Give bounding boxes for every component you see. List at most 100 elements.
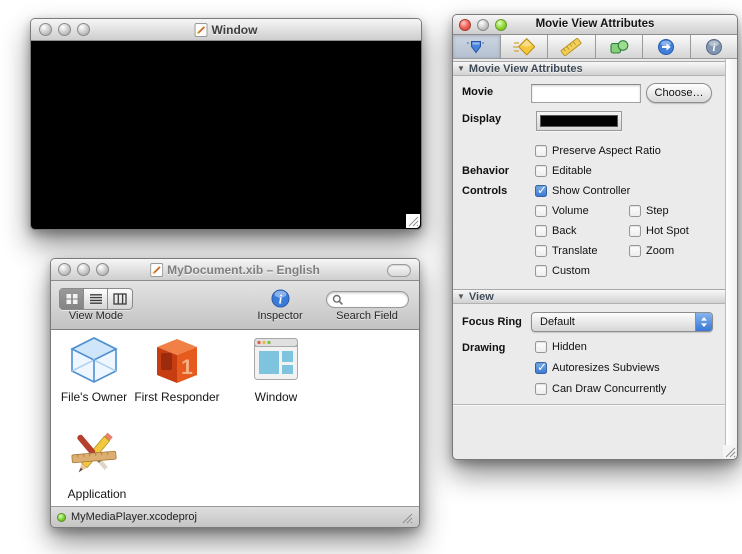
focus-ring-popup[interactable]: Default <box>531 312 713 332</box>
svg-text:1: 1 <box>181 356 193 379</box>
tab-bindings[interactable] <box>643 35 691 58</box>
section-separator <box>453 404 727 406</box>
display-label: Display <box>462 113 502 125</box>
search-field-label: Search Field <box>336 310 398 322</box>
inspector-title: Movie View Attributes <box>535 18 655 30</box>
checkbox-autoresizes-subviews[interactable] <box>535 360 547 374</box>
checkbox-label: Zoom <box>646 245 675 257</box>
checkbox-label: Can Draw Concurrently <box>552 383 667 395</box>
svg-text:i: i <box>279 292 283 306</box>
zoom-button[interactable] <box>77 23 90 36</box>
tab-size[interactable] <box>548 35 596 58</box>
status-bar: MyMediaPlayer.xcodeproj <box>51 506 419 527</box>
checkbox-can-draw-concurrently[interactable] <box>535 383 547 395</box>
movie-window: Window <box>30 18 422 230</box>
tab-connections[interactable] <box>596 35 643 58</box>
checkbox-preserve-aspect-ratio[interactable] <box>535 145 547 157</box>
search-input[interactable] <box>347 293 407 306</box>
minimize-button[interactable] <box>77 263 90 276</box>
checkbox-hot-spot[interactable] <box>629 225 641 237</box>
icon-view-segment[interactable] <box>60 289 84 309</box>
application-item[interactable] <box>69 429 119 484</box>
checkbox-label: Custom <box>552 265 590 277</box>
grid-view-icon <box>66 294 77 304</box>
first-responder-label: First Responder <box>134 390 220 404</box>
checkbox-label: Autoresizes Subviews <box>552 362 660 374</box>
disclosure-triangle[interactable]: ▼ <box>457 292 465 301</box>
minimize-button[interactable] <box>58 23 71 36</box>
checkbox-volume[interactable] <box>535 205 547 217</box>
files-owner-item[interactable] <box>69 337 119 389</box>
close-button[interactable] <box>459 19 471 31</box>
minimize-button[interactable] <box>477 19 489 31</box>
scrollbar-track[interactable] <box>725 59 737 446</box>
resize-grip[interactable] <box>406 214 420 228</box>
window-item-label: Window <box>254 390 298 404</box>
inspector-label: Inspector <box>257 310 303 322</box>
search-field[interactable] <box>326 291 409 308</box>
movie-input[interactable] <box>531 84 641 103</box>
checkbox-show-controller[interactable] <box>535 183 547 197</box>
inspector-button[interactable]: i <box>271 289 290 308</box>
tab-effects[interactable] <box>501 35 548 58</box>
column-view-segment[interactable] <box>108 289 132 309</box>
xib-window-titlebar[interactable]: MyDocument.xib – English <box>51 259 419 281</box>
ib-document-icon <box>150 263 164 277</box>
close-button[interactable] <box>39 23 52 36</box>
resize-grip[interactable] <box>723 445 736 458</box>
list-view-segment[interactable] <box>84 289 108 309</box>
movie-window-titlebar[interactable]: Window <box>31 19 421 41</box>
section-title: View <box>468 290 494 303</box>
attributes-icon <box>467 40 486 53</box>
color-swatch <box>540 115 618 127</box>
application-icon <box>71 432 117 473</box>
section-movie-view-attributes[interactable]: ▼ Movie View Attributes <box>453 61 727 76</box>
checkbox-hidden[interactable] <box>535 341 547 353</box>
checkbox-editable[interactable] <box>535 165 547 177</box>
disclosure-triangle[interactable]: ▼ <box>457 64 465 73</box>
display-color-well[interactable] <box>536 111 622 131</box>
tab-attributes[interactable] <box>453 35 501 58</box>
checkbox-translate[interactable] <box>535 245 547 257</box>
toolbar-toggle-button[interactable] <box>387 264 411 277</box>
inspector-titlebar[interactable]: Movie View Attributes <box>453 15 737 35</box>
choose-button[interactable]: Choose… <box>646 83 712 103</box>
resize-grip[interactable] <box>400 511 413 524</box>
movie-window-title: Window <box>211 23 258 37</box>
zoom-button[interactable] <box>495 19 507 31</box>
tab-identity[interactable]: i <box>691 35 738 58</box>
popup-value: Default <box>540 316 575 328</box>
search-icon <box>332 294 343 305</box>
up-down-arrows-icon <box>701 317 707 327</box>
section-view[interactable]: ▼ View <box>453 289 727 304</box>
xib-document-window: MyDocument.xib – English View Mode i Ins… <box>50 258 420 528</box>
first-responder-cube-icon: 1 <box>157 339 197 383</box>
checkbox-label: Show Controller <box>552 185 631 197</box>
close-button[interactable] <box>58 263 71 276</box>
movie-view-black-area[interactable] <box>31 41 421 229</box>
checkbox-label: Editable <box>552 165 592 177</box>
controls-label: Controls <box>462 185 508 197</box>
inspector-tab-bar: i <box>453 35 737 59</box>
identity-info-icon: i <box>705 38 722 55</box>
checkbox-step[interactable] <box>629 205 641 217</box>
checkbox-label: Translate <box>552 245 598 257</box>
project-name: MyMediaPlayer.xcodeproj <box>71 511 197 523</box>
effects-icon <box>512 37 535 56</box>
xib-window-title: MyDocument.xib – English <box>167 263 320 277</box>
checkbox-back[interactable] <box>535 225 547 237</box>
document-toolbar: View Mode i Inspector Search Field <box>51 281 419 330</box>
window-item[interactable] <box>254 338 298 385</box>
focus-ring-label: Focus Ring <box>462 316 522 328</box>
zoom-button[interactable] <box>96 263 109 276</box>
checkbox-zoom[interactable] <box>629 245 641 257</box>
drawing-label: Drawing <box>462 342 506 354</box>
info-icon: i <box>271 289 290 308</box>
checkbox-label: Hidden <box>552 341 587 353</box>
application-label: Application <box>67 487 127 501</box>
checkbox-custom[interactable] <box>535 265 547 277</box>
section-title: Movie View Attributes <box>468 62 583 75</box>
view-mode-label: View Mode <box>68 310 124 322</box>
project-status-led <box>57 512 66 522</box>
first-responder-item[interactable]: 1 <box>153 338 201 389</box>
